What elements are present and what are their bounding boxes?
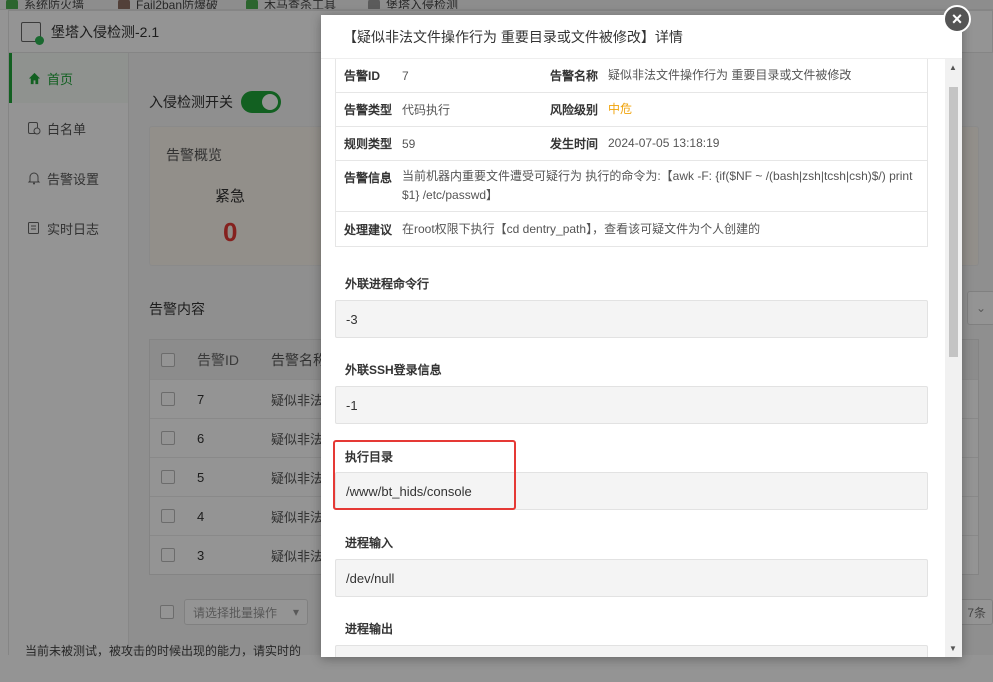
scroll-up-icon[interactable]: ▲	[949, 63, 957, 72]
info-row: 规则类型 59 发生时间 2024-07-05 13:18:19	[336, 127, 927, 161]
alert-type-value: 代码执行	[402, 103, 451, 117]
process-input-field[interactable]: /dev/null	[335, 559, 928, 597]
risk-level-badge: 中危	[608, 102, 633, 116]
rule-type-value: 59	[402, 136, 416, 151]
alert-info-table: 告警ID 7 告警名称 疑似非法文件操作行为 重要目录或文件被修改 告警类型 代…	[335, 59, 928, 247]
scrollbar-thumb[interactable]	[949, 87, 958, 357]
highlight-box	[333, 440, 516, 510]
outbound-cmdline-field[interactable]: -3	[335, 300, 928, 338]
alert-detail-dialog: 【疑似非法文件操作行为 重要目录或文件被修改】详情 告警ID 7 告警名称 疑似…	[321, 15, 962, 657]
alert-name-value: 疑似非法文件操作行为 重要目录或文件被修改	[608, 68, 852, 82]
process-output-field[interactable]: pipe:[31244]	[335, 645, 928, 657]
time-value: 2024-07-05 13:18:19	[608, 136, 720, 150]
section-label: 外联SSH登录信息	[345, 363, 442, 377]
scroll-down-icon[interactable]: ▼	[949, 644, 957, 653]
info-row: 处理建议 在root权限下执行【cd dentry_path】，查看该可疑文件为…	[336, 212, 927, 246]
close-icon[interactable]: ×	[943, 5, 971, 33]
section-label: 进程输出	[345, 622, 394, 636]
dialog-body: 告警ID 7 告警名称 疑似非法文件操作行为 重要目录或文件被修改 告警类型 代…	[321, 59, 962, 657]
info-row: 告警ID 7 告警名称 疑似非法文件操作行为 重要目录或文件被修改	[336, 59, 927, 93]
alert-id-value: 7	[402, 68, 409, 83]
advice-value: 在root权限下执行【cd dentry_path】，查看该可疑文件为个人创建的	[402, 221, 761, 236]
section-label: 外联进程命令行	[345, 277, 430, 291]
info-row: 告警类型 代码执行 风险级别 中危	[336, 93, 927, 127]
section-label: 进程输入	[345, 536, 394, 550]
info-row: 告警信息 当前机器内重要文件遭受可疑行为 执行的命令为:【awk -F: {if…	[336, 161, 927, 212]
dialog-header: 【疑似非法文件操作行为 重要目录或文件被修改】详情	[321, 15, 962, 59]
alert-message-value: 当前机器内重要文件遭受可疑行为 执行的命令为:【awk -F: {if($NF …	[402, 169, 913, 202]
dialog-title: 【疑似非法文件操作行为 重要目录或文件被修改】详情	[343, 28, 683, 45]
ssh-login-field[interactable]: -1	[335, 386, 928, 424]
dialog-scrollbar[interactable]: ▲ ▼	[945, 59, 962, 657]
